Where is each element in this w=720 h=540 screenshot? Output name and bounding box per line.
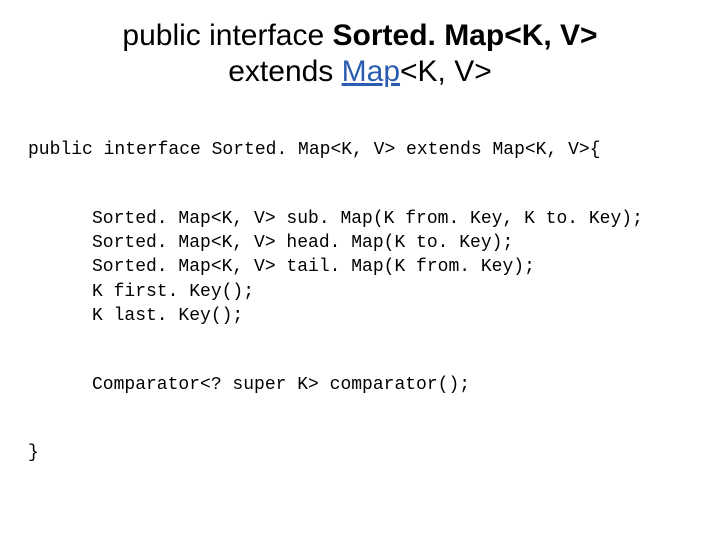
code-line-comparator: Comparator<? super K> comparator(); [92, 375, 470, 395]
code-methods-group1: Sorted. Map<K, V> sub. Map(K from. Key, … [28, 207, 692, 328]
slide: public interface Sorted. Map<K, V> exten… [0, 0, 720, 540]
code-line-submap: Sorted. Map<K, V> sub. Map(K from. Key, … [92, 209, 643, 229]
title-extends: extends [228, 55, 341, 88]
code-methods-group2: Comparator<? super K> comparator(); [28, 373, 692, 397]
title-classname: Sorted. Map<K, V> [333, 19, 598, 52]
code-line-tailmap: Sorted. Map<K, V> tail. Map(K from. Key)… [92, 257, 535, 277]
title-link-map[interactable]: Map [342, 55, 400, 88]
code-line-headmap: Sorted. Map<K, V> head. Map(K to. Key); [92, 233, 513, 253]
code-closing-brace: } [28, 441, 692, 465]
code-block: public interface Sorted. Map<K, V> exten… [28, 114, 692, 514]
code-line-firstkey: K first. Key(); [92, 282, 254, 302]
title-prefix: public interface [122, 19, 332, 52]
code-declaration: public interface Sorted. Map<K, V> exten… [28, 140, 601, 160]
title-generics: <K, V> [400, 55, 492, 88]
slide-title: public interface Sorted. Map<K, V> exten… [28, 18, 692, 90]
code-line-lastkey: K last. Key(); [92, 306, 243, 326]
